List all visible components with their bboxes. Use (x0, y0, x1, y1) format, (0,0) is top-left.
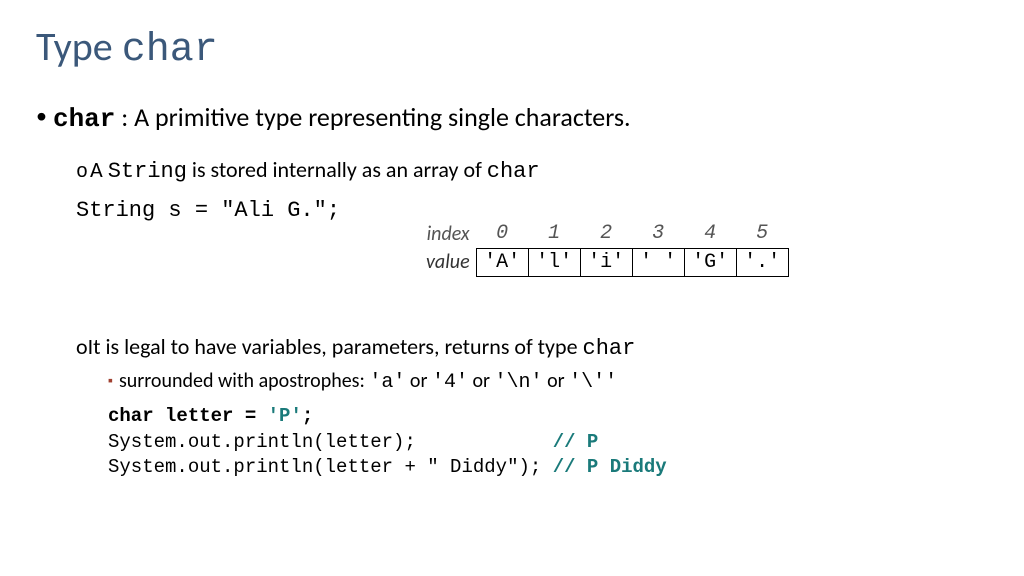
code-l1c: ; (302, 405, 313, 427)
bullet-primary-text: char : A primitive type representing sin… (53, 101, 631, 134)
code-l1a: char letter = (108, 405, 268, 427)
char-array-table: index 0 1 2 3 4 5 value 'A' 'l' 'i' ' ' … (420, 220, 789, 277)
title-word2: char (122, 28, 218, 73)
value-cell: 'i' (580, 248, 632, 276)
sub-bullet-2: oIt is legal to have variables, paramete… (76, 333, 988, 361)
sq1-c4: '\'' (569, 371, 617, 394)
index-label: index (420, 220, 476, 248)
sq1-c2: '4' (432, 371, 468, 394)
code-l2b: // P (553, 431, 599, 453)
index-cell: 4 (684, 220, 736, 248)
sub2-code: char (583, 336, 636, 361)
sub-bullet-marker: o (76, 333, 88, 360)
sq1-c3: '\n' (495, 371, 543, 394)
slide-title: Type char (36, 22, 988, 73)
sub2-prefix: It is legal to have variables, parameter… (88, 333, 583, 360)
sq1-text: surrounded with apostrophes: (119, 369, 369, 393)
code-l1b: 'P' (268, 405, 302, 427)
title-word1: Type (36, 22, 122, 71)
sub1-code2: char (487, 159, 540, 184)
sq1-or2: or (468, 369, 495, 393)
sub-bullet-1: oA String is stored internally as an arr… (76, 156, 988, 184)
sub1-mid: is stored internally as an array of (187, 156, 487, 183)
square-bullet-1: ▪ surrounded with apostrophes: 'a' or '4'… (108, 369, 988, 394)
index-cell: 0 (476, 220, 528, 248)
index-row: index 0 1 2 3 4 5 (420, 220, 788, 248)
code-l3b: // P Diddy (553, 456, 667, 478)
code-l2a: System.out.println(letter); (108, 431, 553, 453)
value-cell: 'G' (684, 248, 736, 276)
value-cell: ' ' (632, 248, 684, 276)
sub1-prefix: A (90, 156, 108, 183)
sq1-c1: 'a' (369, 371, 405, 394)
value-label: value (420, 248, 476, 276)
value-row: value 'A' 'l' 'i' ' ' 'G' '.' (420, 248, 788, 276)
bullet-primary: • char : A primitive type representing s… (36, 101, 988, 134)
index-cell: 2 (580, 220, 632, 248)
value-cell: '.' (736, 248, 788, 276)
sub1-code1: String (108, 159, 187, 184)
bullet-rest: : A primitive type representing single c… (115, 101, 630, 133)
value-cell: 'A' (476, 248, 528, 276)
code-block: char letter = 'P'; System.out.println(le… (108, 404, 988, 481)
code-l3a: System.out.println(letter + " Diddy"); (108, 456, 553, 478)
sub-bullet-marker: o (76, 161, 88, 184)
index-cell: 3 (632, 220, 684, 248)
index-cell: 1 (528, 220, 580, 248)
value-cell: 'l' (528, 248, 580, 276)
bullet-kw: char (53, 104, 115, 134)
sq1-or3: or (543, 369, 570, 393)
square-bullet-icon: ▪ (108, 372, 113, 389)
bullet-dot-icon: • (36, 101, 47, 131)
index-cell: 5 (736, 220, 788, 248)
sq1-or1: or (405, 369, 432, 393)
